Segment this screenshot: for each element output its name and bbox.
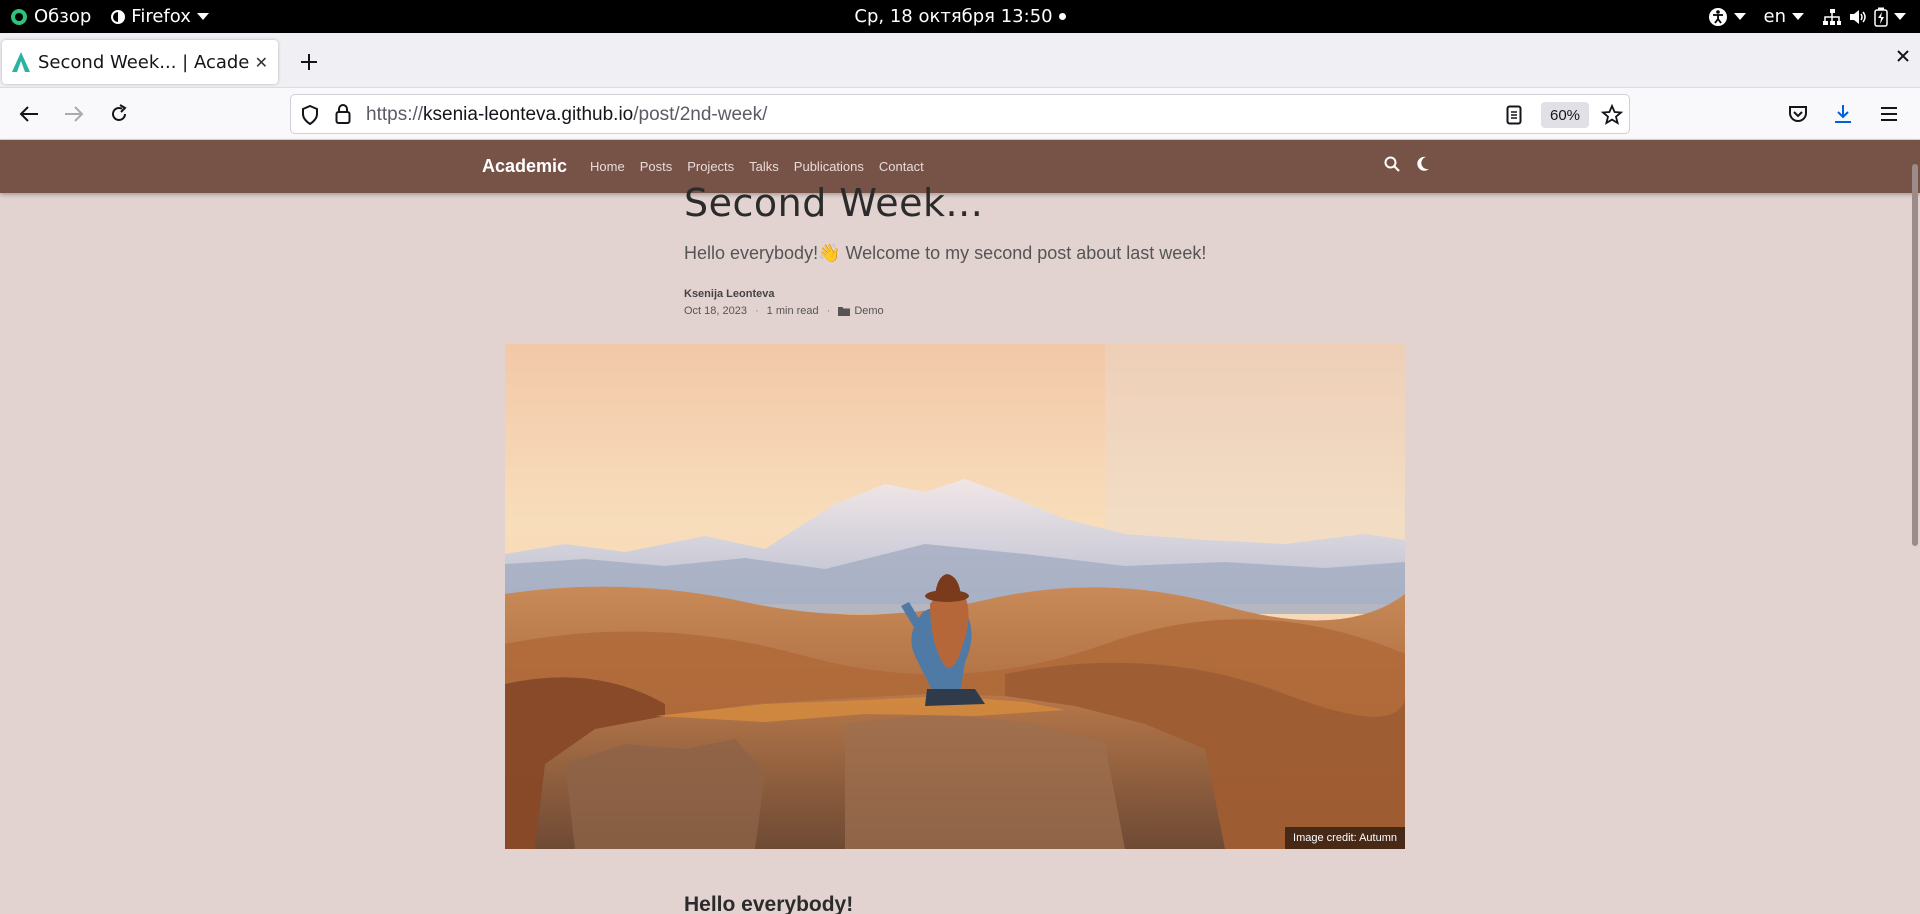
clock[interactable]: Ср, 18 октября 13:50 bbox=[854, 6, 1052, 27]
reader-mode-icon[interactable] bbox=[1506, 105, 1522, 125]
folder-icon bbox=[838, 307, 851, 316]
activities-button[interactable]: Обзор bbox=[10, 6, 91, 27]
section-heading: Hello everybody! bbox=[684, 893, 854, 914]
language-menu[interactable]: en bbox=[1764, 6, 1804, 27]
navigation-toolbar: https://ksenia-leonteva.github.io/post/2… bbox=[0, 88, 1920, 140]
tab-title: Second Week... | Academic bbox=[38, 51, 249, 73]
url-bar[interactable]: https://ksenia-leonteva.github.io/post/2… bbox=[290, 94, 1630, 134]
activities-label: Обзор bbox=[34, 6, 92, 27]
pocket-icon bbox=[1789, 106, 1807, 122]
window-close-button[interactable] bbox=[1896, 47, 1910, 68]
downloads-button[interactable] bbox=[1826, 97, 1860, 131]
separator-dot: · bbox=[826, 305, 831, 317]
reload-button[interactable] bbox=[102, 97, 136, 131]
accessibility-icon bbox=[1708, 7, 1727, 26]
close-icon bbox=[1897, 50, 1909, 62]
site-brand-link[interactable]: Academic bbox=[482, 156, 567, 177]
hamburger-menu-icon bbox=[1881, 107, 1897, 121]
volume-icon bbox=[1850, 9, 1866, 24]
article-date: Oct 18, 2023 bbox=[684, 305, 747, 317]
url-text[interactable]: https://ksenia-leonteva.github.io/post/2… bbox=[366, 104, 767, 126]
image-credit: Image credit: Autumn bbox=[1285, 827, 1405, 849]
download-icon bbox=[1835, 105, 1851, 123]
article-summary: Hello everybody!👋 Welcome to my second p… bbox=[684, 243, 1207, 263]
article: Second Week... Hello everybody!👋 Welcome… bbox=[0, 181, 1920, 914]
site-menu: Home Posts Projects Talks Publications C… bbox=[590, 159, 939, 174]
moon-icon[interactable] bbox=[1416, 156, 1430, 172]
menu-posts[interactable]: Posts bbox=[640, 159, 673, 174]
plus-icon bbox=[301, 54, 317, 70]
accessibility-menu[interactable] bbox=[1708, 7, 1746, 27]
chevron-down-icon bbox=[1733, 13, 1746, 20]
search-icon[interactable] bbox=[1384, 156, 1400, 172]
chevron-down-icon bbox=[1792, 13, 1804, 20]
system-top-bar: Обзор Firefox Ср, 18 октября 13:50 en bbox=[0, 0, 1920, 33]
featured-image: Image credit: Autumn bbox=[505, 344, 1405, 849]
chevron-down-icon bbox=[196, 13, 209, 20]
menu-publications[interactable]: Publications bbox=[794, 159, 864, 174]
article-read-time: 1 min read bbox=[766, 305, 819, 317]
gnome-icon bbox=[11, 8, 27, 25]
app-menu-label: Firefox bbox=[131, 6, 191, 27]
firefox-icon bbox=[111, 9, 126, 24]
mountain-landscape-image bbox=[505, 344, 1405, 849]
language-label: en bbox=[1763, 6, 1786, 27]
app-menu-button[interactable] bbox=[1872, 97, 1906, 131]
tab-close-icon[interactable]: ✕ bbox=[255, 53, 268, 72]
tab-strip: Second Week... | Academic ✕ bbox=[0, 33, 1920, 88]
scrollbar-thumb[interactable] bbox=[1912, 164, 1918, 546]
menu-projects[interactable]: Projects bbox=[687, 159, 734, 174]
network-icon bbox=[1823, 8, 1841, 25]
arrow-left-icon bbox=[19, 106, 38, 122]
article-author[interactable]: Ksenija Leonteva bbox=[684, 288, 774, 300]
reload-icon bbox=[112, 104, 127, 121]
tab-active[interactable]: Second Week... | Academic ✕ bbox=[2, 40, 278, 84]
chevron-down-icon bbox=[1894, 13, 1906, 20]
notification-dot-icon bbox=[1058, 13, 1066, 20]
article-category[interactable]: Demo bbox=[854, 305, 883, 317]
pocket-button[interactable] bbox=[1781, 97, 1815, 131]
url-host: ksenia-leonteva.github.io bbox=[423, 104, 634, 125]
arrow-right-icon bbox=[65, 106, 84, 122]
menu-talks[interactable]: Talks bbox=[749, 159, 779, 174]
battery-icon bbox=[1874, 7, 1888, 27]
lock-icon[interactable] bbox=[335, 104, 351, 124]
zoom-level-button[interactable]: 60% bbox=[1541, 102, 1589, 128]
system-menu[interactable] bbox=[1822, 7, 1906, 27]
new-tab-button[interactable] bbox=[294, 47, 324, 77]
back-button[interactable] bbox=[12, 97, 46, 131]
site-favicon-icon bbox=[12, 52, 30, 72]
article-title: Second Week... bbox=[684, 181, 984, 225]
article-meta: Oct 18, 2023 · 1 min read · Demo bbox=[684, 305, 884, 317]
url-path: /post/2nd-week/ bbox=[633, 104, 768, 125]
separator-dot: · bbox=[755, 305, 759, 317]
shield-icon[interactable] bbox=[301, 105, 319, 125]
menu-home[interactable]: Home bbox=[590, 159, 625, 174]
forward-button[interactable] bbox=[57, 97, 91, 131]
app-menu[interactable]: Firefox bbox=[111, 6, 209, 27]
page-scrollbar[interactable] bbox=[1910, 140, 1920, 914]
star-bookmark-icon[interactable] bbox=[1601, 104, 1623, 126]
menu-contact[interactable]: Contact bbox=[879, 159, 924, 174]
url-prefix: https:// bbox=[366, 104, 424, 125]
